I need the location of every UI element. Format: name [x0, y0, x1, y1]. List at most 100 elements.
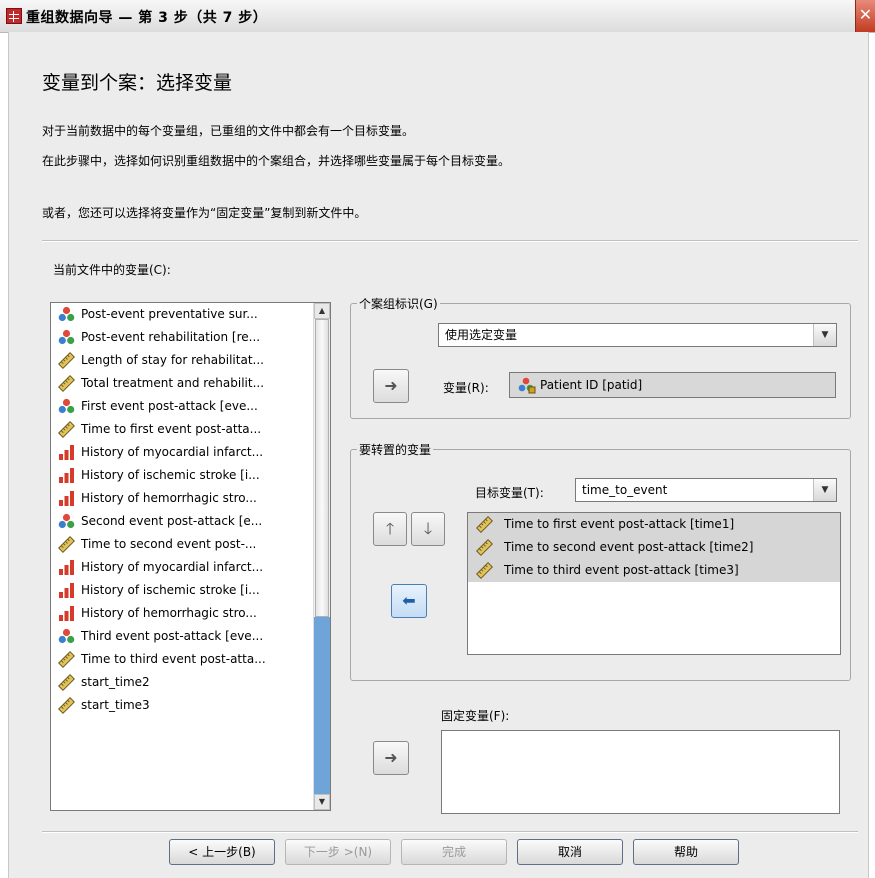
ordinal-bars-icon — [58, 605, 75, 622]
close-icon[interactable]: ✕ — [855, 0, 875, 32]
list-item-label: History of ischemic stroke [i... — [81, 468, 260, 482]
list-item-label: Time to second event post-... — [81, 537, 257, 551]
scale-ruler-icon — [476, 539, 493, 556]
wizard-dialog: 变量到个案：选择变量 对于当前数据中的每个变量组，已重组的文件中都会有一个目标变… — [8, 32, 869, 878]
scale-ruler-icon — [58, 674, 75, 691]
list-item[interactable]: Time to third event post-atta... — [51, 648, 330, 671]
arrow-right-icon: ➜ — [384, 748, 398, 767]
list-item[interactable]: History of myocardial infarct... — [51, 441, 330, 464]
case-id-var-label: 变量(R): — [443, 381, 489, 395]
nominal-key-icon — [518, 377, 536, 394]
list-item-label: Time to first event post-atta... — [81, 422, 262, 436]
list-item-label: History of hemorrhagic stro... — [81, 606, 257, 620]
vertical-scrollbar[interactable]: ▲ ▼ — [313, 303, 330, 810]
case-group-method-select[interactable]: 使用选定变量 ▼ — [438, 323, 837, 347]
list-item[interactable]: Length of stay for rehabilitat... — [51, 349, 330, 372]
next-button[interactable]: 下一步 >(N) — [285, 839, 391, 865]
list-item[interactable]: start_time3 — [51, 694, 330, 717]
scale-ruler-icon — [58, 651, 75, 668]
current-variables-list[interactable]: Post-event preventative sur... Post-event… — [50, 302, 331, 811]
scroll-down-icon[interactable]: ▼ — [314, 794, 330, 810]
case-group-method-value: 使用选定变量 — [445, 328, 518, 342]
fixed-variables-list[interactable] — [441, 730, 840, 814]
list-item[interactable]: Time to first event post-atta... — [51, 418, 330, 441]
scroll-thumb[interactable] — [315, 319, 329, 617]
scale-ruler-icon — [58, 352, 75, 369]
scale-ruler-icon — [58, 697, 75, 714]
list-item[interactable]: Third event post-attack [eve... — [51, 625, 330, 648]
list-item[interactable]: Post-event rehabilitation [re... — [51, 326, 330, 349]
fixed-vars-label: 固定变量(F): — [441, 709, 510, 723]
scroll-track[interactable] — [314, 617, 330, 794]
nominal-icon — [58, 398, 75, 415]
list-item-label: Time to third event post-attack [time3] — [504, 563, 739, 577]
scroll-up-icon[interactable]: ▲ — [314, 303, 330, 319]
move-to-fixed-button[interactable]: ➜ — [373, 741, 409, 775]
move-down-button[interactable]: 🡓 — [411, 512, 445, 546]
move-up-button[interactable]: 🡑 — [373, 512, 407, 546]
footer-divider — [42, 831, 858, 833]
list-item[interactable]: History of ischemic stroke [i... — [51, 579, 330, 602]
case-id-variable-value: Patient ID [patid] — [540, 378, 643, 392]
list-item[interactable]: History of ischemic stroke [i... — [51, 464, 330, 487]
list-item-label: History of hemorrhagic stro... — [81, 491, 257, 505]
move-from-transpose-button[interactable]: ⬅ — [391, 584, 427, 618]
ordinal-bars-icon — [58, 559, 75, 576]
nominal-icon — [58, 306, 75, 323]
nominal-icon — [58, 513, 75, 530]
wizard-header: 变量到个案：选择变量 对于当前数据中的每个变量组，已重组的文件中都会有一个目标变… — [9, 32, 868, 238]
list-item-label: Length of stay for rehabilitat... — [81, 353, 264, 367]
nominal-icon — [58, 628, 75, 645]
list-item[interactable]: History of hemorrhagic stro... — [51, 602, 330, 625]
arrow-up-icon: 🡑 — [385, 519, 395, 538]
transpose-variables-list[interactable]: Time to first event post-attack [time1] T… — [467, 512, 841, 655]
list-item[interactable]: Time to first event post-attack [time1] — [468, 513, 840, 536]
list-item[interactable]: History of hemorrhagic stro... — [51, 487, 330, 510]
scale-ruler-icon — [476, 516, 493, 533]
case-id-variable-field[interactable]: Patient ID [patid] — [509, 372, 836, 398]
list-item[interactable]: Time to second event post-... — [51, 533, 330, 556]
list-item-label: start_time2 — [81, 675, 150, 689]
arrow-down-icon: 🡓 — [423, 519, 433, 538]
nominal-icon — [58, 329, 75, 346]
chevron-down-icon[interactable]: ▼ — [813, 324, 836, 346]
list-item-label: History of myocardial infarct... — [81, 560, 264, 574]
list-item-label: start_time3 — [81, 698, 150, 712]
intro-line-1: 对于当前数据中的每个变量组，已重组的文件中都会有一个目标变量。 — [42, 124, 415, 138]
list-item[interactable]: Time to third event post-attack [time3] — [468, 559, 840, 582]
arrow-right-icon: ➜ — [384, 376, 398, 395]
move-to-case-id-button[interactable]: ➜ — [373, 369, 409, 403]
list-item-label: First event post-attack [eve... — [81, 399, 258, 413]
ordinal-bars-icon — [58, 582, 75, 599]
list-item[interactable]: Second event post-attack [e... — [51, 510, 330, 533]
list-item[interactable]: start_time2 — [51, 671, 330, 694]
list-item[interactable]: Total treatment and rehabilit... — [51, 372, 330, 395]
finish-button[interactable]: 完成 — [401, 839, 507, 865]
case-group-legend: 个案组标识(G) — [359, 297, 438, 311]
variable-items: Post-event preventative sur... Post-event… — [51, 303, 330, 717]
list-item[interactable]: Post-event preventative sur... — [51, 303, 330, 326]
transpose-items: Time to first event post-attack [time1] T… — [468, 513, 840, 582]
list-item[interactable]: First event post-attack [eve... — [51, 395, 330, 418]
list-item-label: Post-event rehabilitation [re... — [81, 330, 261, 344]
target-variable-select[interactable]: time_to_event ▼ — [575, 478, 837, 502]
list-item-label: Third event post-attack [eve... — [81, 629, 264, 643]
list-item-label: Total treatment and rehabilit... — [81, 376, 265, 390]
list-item[interactable]: History of myocardial infarct... — [51, 556, 330, 579]
help-button[interactable]: 帮助 — [633, 839, 739, 865]
arrow-left-icon: ⬅ — [402, 591, 416, 610]
back-button[interactable]: < 上一步(B) — [169, 839, 275, 865]
transpose-legend: 要转置的变量 — [359, 443, 432, 457]
ordinal-bars-icon — [58, 490, 75, 507]
list-item[interactable]: Time to second event post-attack [time2] — [468, 536, 840, 559]
target-variable-value: time_to_event — [582, 483, 668, 497]
list-item-label: Second event post-attack [e... — [81, 514, 263, 528]
intro-line-2: 在此步骤中，选择如何识别重组数据中的个案组合，并选择哪些变量属于每个目标变量。 — [42, 154, 511, 168]
chevron-down-icon[interactable]: ▼ — [813, 479, 836, 501]
intro-line-3: 或者，您还可以选择将变量作为“固定变量”复制到新文件中。 — [42, 206, 367, 220]
list-item-label: Time to second event post-attack [time2] — [504, 540, 754, 554]
title-bar: 重组数据向导 — 第 3 步（共 7 步） ✕ — [0, 0, 875, 33]
cancel-button[interactable]: 取消 — [517, 839, 623, 865]
scale-ruler-icon — [58, 536, 75, 553]
list-item-label: Post-event preventative sur... — [81, 307, 258, 321]
